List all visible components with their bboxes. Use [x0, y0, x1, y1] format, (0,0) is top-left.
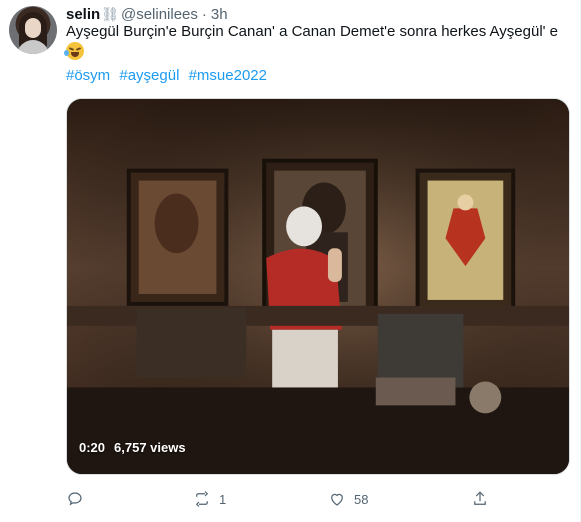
video-duration: 0:20: [79, 440, 106, 455]
link-chain-icon: ⛓: [101, 5, 119, 22]
video-info: 0:20 6,757 views: [79, 440, 186, 455]
tweet-text-body: Ayşegül Burçin'e Burçin Canan' a Canan D…: [66, 23, 559, 40]
tears-of-joy-icon: [64, 42, 84, 60]
heart-icon: [331, 493, 343, 506]
retweet-icon: [195, 491, 209, 507]
video-views: 6,757 views: [114, 440, 186, 455]
hashtags: #ösym #ayşegül #msue2022: [66, 67, 272, 84]
hashtag-link[interactable]: #msue2022: [189, 67, 267, 84]
like-button[interactable]: 58: [328, 487, 368, 511]
hashtag-link[interactable]: #ayşegül: [119, 67, 179, 84]
avatar[interactable]: [9, 6, 57, 54]
retweet-button[interactable]: 1: [193, 487, 226, 511]
author-handle[interactable]: @selinilees: [121, 6, 198, 23]
share-button[interactable]: [471, 487, 497, 511]
share-icon: [474, 491, 486, 505]
tweet-actions: 1 58: [66, 487, 506, 511]
video-player[interactable]: 0:20 6,757 views: [66, 98, 570, 475]
video-frame: [67, 99, 569, 474]
header-separator: ·: [201, 5, 207, 23]
tweet: selin ⛓ @selinilees · 3h Ayşegül Burçin'…: [0, 0, 581, 522]
tweet-text: Ayşegül Burçin'e Burçin Canan' a Canan D…: [64, 22, 571, 63]
tweet-header: selin ⛓ @selinilees · 3h: [66, 4, 228, 24]
reply-button[interactable]: [66, 487, 92, 511]
reply-icon: [68, 492, 82, 506]
like-count: 58: [354, 491, 369, 507]
hashtag-link[interactable]: #ösym: [66, 67, 110, 84]
author-name[interactable]: selin: [66, 6, 100, 23]
retweet-count: 1: [219, 491, 227, 507]
timestamp[interactable]: 3h: [211, 6, 228, 23]
